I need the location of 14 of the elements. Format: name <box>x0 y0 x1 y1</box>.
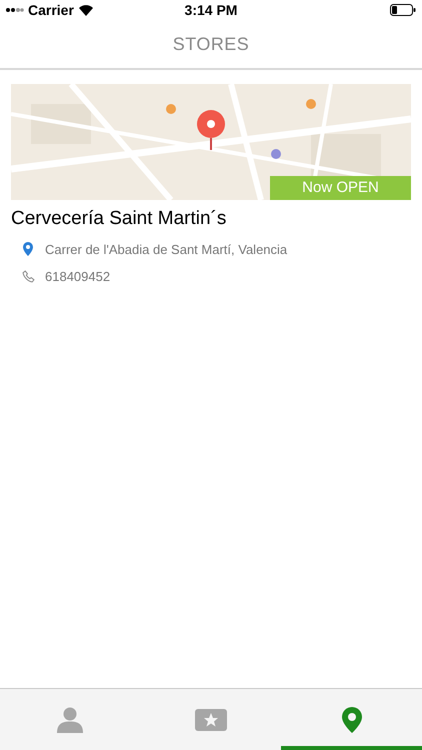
open-badge: Now OPEN <box>270 176 411 200</box>
store-name: Cervecería Saint Martin´s <box>11 207 228 231</box>
phone-icon <box>22 270 35 284</box>
location-pin-icon <box>23 242 33 256</box>
store-address: Carrer de l'Abadia de Sant Martí, Valencia <box>45 240 288 258</box>
wifi-icon <box>78 4 94 16</box>
signal-icon <box>6 5 24 15</box>
status-time: 3:14 PM <box>184 0 238 20</box>
location-pin-icon <box>342 706 362 732</box>
page-title: STORES <box>172 32 250 56</box>
carrier-name: Carrier <box>28 0 74 20</box>
person-icon <box>57 706 84 732</box>
store-phone: 618409452 <box>45 268 110 286</box>
battery-icon <box>390 4 416 16</box>
